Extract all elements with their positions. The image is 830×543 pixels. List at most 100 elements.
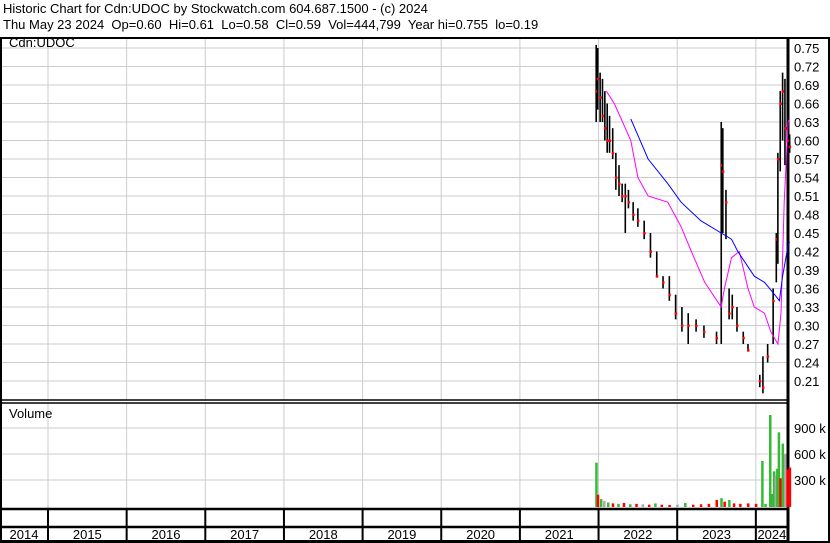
close-marker bbox=[695, 324, 698, 327]
volume-bar bbox=[723, 501, 726, 507]
close-marker bbox=[687, 324, 690, 327]
year-label: 2018 bbox=[309, 527, 338, 542]
close-marker bbox=[614, 176, 618, 179]
price-tick-label: 0.39 bbox=[794, 263, 819, 278]
year-label: 2020 bbox=[466, 527, 495, 542]
year-label: 2016 bbox=[152, 527, 181, 542]
close-marker bbox=[731, 306, 734, 309]
close-marker bbox=[655, 275, 659, 278]
volume-bar bbox=[676, 504, 679, 507]
volume-bar bbox=[739, 503, 742, 507]
price-tick-label: 0.21 bbox=[794, 374, 819, 389]
price-tick-label: 0.51 bbox=[794, 189, 819, 204]
price-tick-label: 0.63 bbox=[794, 115, 819, 130]
volume-bar bbox=[635, 503, 638, 507]
volume-bar bbox=[783, 454, 787, 507]
volume-bar bbox=[660, 504, 663, 507]
volume-bar bbox=[788, 467, 792, 507]
volume-bar bbox=[629, 504, 632, 507]
close-marker bbox=[715, 336, 719, 340]
close-marker bbox=[758, 380, 762, 383]
price-tick-label: 0.66 bbox=[794, 97, 819, 112]
volume-bar bbox=[699, 504, 703, 507]
close-marker bbox=[662, 281, 665, 284]
volume-bar bbox=[779, 478, 782, 507]
close-marker bbox=[643, 232, 646, 235]
volume-tick-label: 300 k bbox=[794, 473, 826, 488]
price-tick-label: 0.36 bbox=[794, 282, 819, 297]
year-label: 2021 bbox=[545, 527, 574, 542]
volume-bar bbox=[764, 503, 767, 507]
top-border bbox=[0, 37, 830, 39]
year-label: 2019 bbox=[387, 527, 416, 542]
price-tick-label: 0.60 bbox=[794, 134, 819, 149]
volume-bar bbox=[596, 494, 600, 507]
close-marker bbox=[728, 312, 731, 315]
price-tick-label: 0.27 bbox=[794, 337, 819, 352]
volume-bar bbox=[781, 443, 785, 507]
close-marker bbox=[766, 355, 770, 358]
close-marker bbox=[735, 324, 739, 327]
close-marker bbox=[601, 114, 604, 118]
year-label: 2015 bbox=[73, 527, 102, 542]
close-marker bbox=[776, 158, 780, 161]
close-marker bbox=[783, 127, 787, 130]
close-marker bbox=[636, 219, 640, 223]
year-label: 2017 bbox=[230, 527, 259, 542]
stock-chart: 0.75 0.72 0.69 0.66 0.63 0.60 0.57 0.54 0.51 0.48… bbox=[0, 35, 830, 543]
volume-bar bbox=[770, 493, 774, 507]
volume-bar bbox=[707, 503, 711, 507]
close-marker bbox=[617, 182, 621, 186]
volume-bar bbox=[622, 502, 626, 507]
close-marker bbox=[674, 312, 678, 315]
volume-bar bbox=[761, 460, 764, 507]
close-marker bbox=[746, 349, 750, 352]
price-tick-label: 0.69 bbox=[794, 78, 819, 93]
symbol-label: Cdn:UDOC bbox=[9, 35, 75, 50]
year-label: 2024 bbox=[757, 527, 786, 542]
close-marker bbox=[603, 127, 607, 130]
volume-bar bbox=[611, 503, 615, 507]
volume-label: Volume bbox=[9, 406, 52, 421]
volume-bar bbox=[691, 504, 695, 507]
volume-bar bbox=[617, 503, 620, 507]
close-marker bbox=[779, 102, 782, 105]
year-label: 2022 bbox=[623, 527, 652, 542]
volume-bar bbox=[684, 502, 687, 507]
volume-bar bbox=[668, 504, 671, 507]
volume-bar bbox=[715, 499, 719, 507]
year-label: 2023 bbox=[702, 527, 731, 542]
year-label: 2014 bbox=[10, 527, 39, 542]
close-marker bbox=[680, 324, 684, 327]
close-marker bbox=[606, 139, 609, 142]
volume-bar bbox=[606, 502, 610, 507]
volume-tick-label: 600 k bbox=[794, 447, 826, 462]
ma-long-line bbox=[630, 118, 791, 303]
close-marker bbox=[649, 250, 652, 253]
volume-bar bbox=[732, 503, 736, 507]
price-tick-label: 0.48 bbox=[794, 208, 819, 223]
close-marker bbox=[627, 201, 630, 204]
volume-bar bbox=[754, 503, 758, 507]
close-marker bbox=[724, 201, 728, 204]
close-marker bbox=[668, 293, 671, 297]
price-tick-label: 0.72 bbox=[794, 60, 819, 75]
volume-bar bbox=[641, 504, 645, 507]
price-tick-label: 0.24 bbox=[794, 356, 819, 371]
volume-bar bbox=[599, 499, 603, 507]
close-marker bbox=[788, 145, 792, 149]
price-tick-label: 0.30 bbox=[794, 319, 819, 334]
close-marker bbox=[621, 195, 624, 198]
close-marker bbox=[599, 96, 602, 99]
close-marker bbox=[608, 139, 612, 142]
close-marker bbox=[611, 151, 615, 155]
volume-bar bbox=[603, 500, 606, 507]
price-tick-label: 0.54 bbox=[794, 171, 819, 186]
price-tick-label: 0.33 bbox=[794, 300, 819, 315]
volume-bar bbox=[654, 503, 657, 507]
close-marker bbox=[781, 90, 785, 93]
volume-bar bbox=[647, 504, 651, 507]
volume-bar bbox=[786, 469, 789, 507]
close-marker bbox=[721, 170, 725, 173]
price-tick-label: 0.45 bbox=[794, 226, 819, 241]
